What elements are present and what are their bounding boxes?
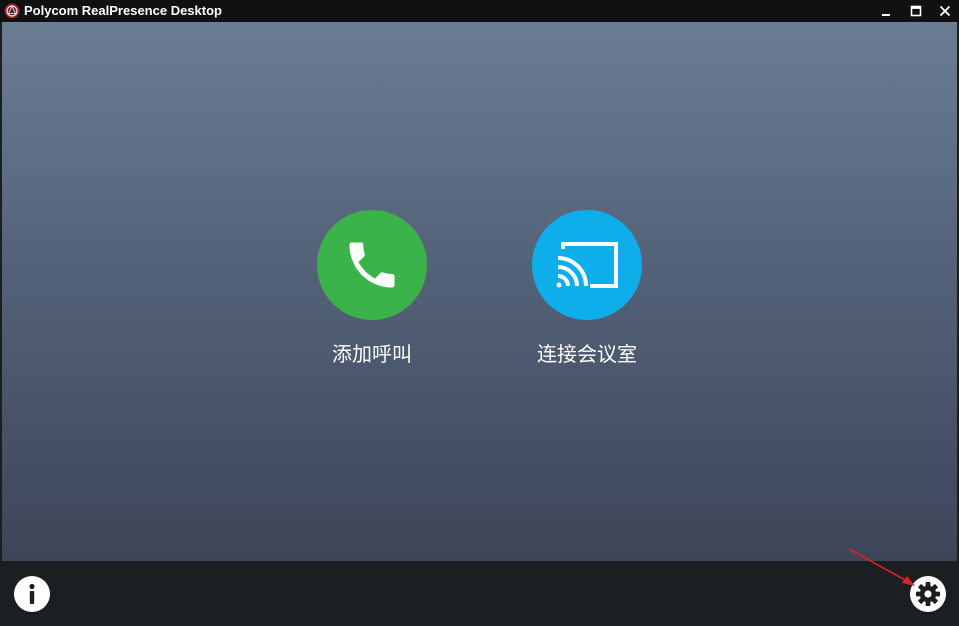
info-icon	[29, 583, 35, 604]
close-icon	[939, 5, 951, 17]
bottom-bar	[0, 561, 959, 626]
connect-room-button[interactable]: 连接会议室	[507, 210, 667, 368]
gear-icon	[916, 582, 940, 606]
minimize-icon	[882, 14, 890, 16]
connect-room-circle[interactable]	[532, 210, 642, 320]
title-bar: Polycom RealPresence Desktop	[0, 0, 959, 22]
window-title: Polycom RealPresence Desktop	[24, 3, 222, 18]
maximize-icon	[910, 5, 922, 17]
polycom-logo-icon	[4, 3, 20, 19]
minimize-button[interactable]	[872, 0, 900, 22]
screen-cast-icon	[556, 242, 618, 288]
settings-button[interactable]	[910, 576, 946, 612]
add-call-circle[interactable]	[317, 210, 427, 320]
info-button[interactable]	[14, 576, 50, 612]
phone-icon	[349, 242, 395, 288]
add-call-button[interactable]: 添加呼叫	[292, 210, 452, 368]
close-button[interactable]	[931, 0, 959, 22]
connect-room-label: 连接会议室	[537, 344, 637, 366]
maximize-button[interactable]	[902, 0, 930, 22]
main-panel: 添加呼叫 连接会议室	[2, 22, 957, 561]
add-call-label: 添加呼叫	[332, 344, 412, 366]
